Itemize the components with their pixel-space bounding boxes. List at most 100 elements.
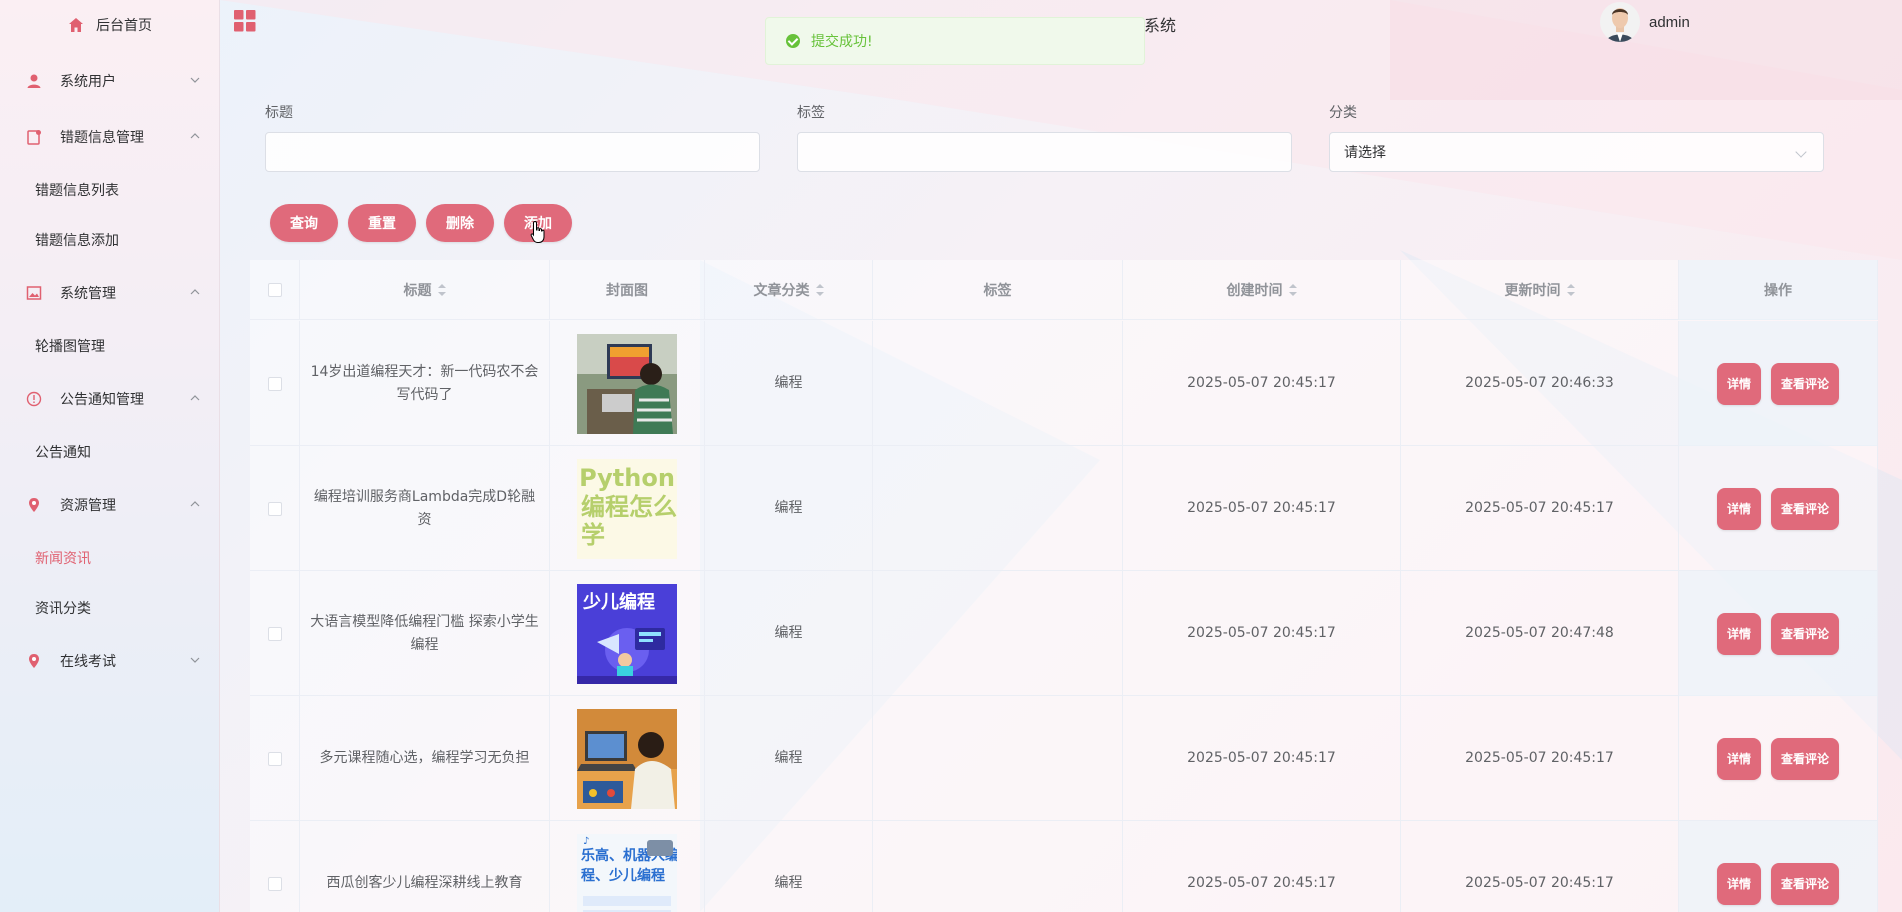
view-comments-button[interactable]: 查看评论: [1771, 362, 1839, 405]
sidebar-subitem-news[interactable]: 新闻资讯: [0, 536, 220, 580]
chevron-up-icon: [190, 289, 200, 295]
sidebar-item-online-exam[interactable]: 在线考试: [0, 639, 220, 683]
detail-button[interactable]: 详情: [1717, 862, 1761, 905]
sidebar: 后台首页 系统用户 错题信息管理 错题信息列表 错题信息添加 系统管理 轮播图管…: [0, 0, 220, 912]
view-comments-button[interactable]: 查看评论: [1771, 737, 1839, 780]
detail-button[interactable]: 详情: [1717, 737, 1761, 780]
row-checkbox[interactable]: [267, 876, 282, 891]
column-header-label: 标题: [403, 283, 432, 299]
cover-text: Python: [579, 464, 675, 492]
table-row: 大语言模型降低编程门槛 探索小学生编程 少儿编程 编程 2025-05-07 2…: [250, 571, 1878, 696]
table-row: 编程培训服务商Lambda完成D轮融资 Python 编程怎么 学 编程 202…: [250, 446, 1878, 571]
actions-cell: 详情 查看评论: [1679, 696, 1878, 821]
title-filter-input[interactable]: [265, 132, 760, 172]
updated-time-cell: 2025-05-07 20:45:17: [1401, 446, 1679, 571]
sort-icon[interactable]: [1566, 284, 1575, 296]
sort-icon[interactable]: [815, 284, 824, 296]
column-header-label: 文章分类: [753, 283, 810, 299]
row-select-cell: [250, 696, 300, 821]
actions-cell: 详情 查看评论: [1679, 571, 1878, 696]
info-icon: [26, 391, 42, 407]
sidebar-subitem-label: 公告通知: [35, 445, 91, 461]
column-header-cover: 封面图: [550, 260, 705, 320]
tag-filter-input[interactable]: [797, 132, 1292, 172]
hand-cursor-icon: [530, 220, 545, 243]
view-comments-button[interactable]: 查看评论: [1771, 487, 1839, 530]
sidebar-subitem-label: 错题信息添加: [35, 233, 119, 249]
row-select-cell: [250, 571, 300, 696]
sidebar-item-label: 系统用户: [60, 74, 116, 90]
grid-menu-icon[interactable]: [234, 10, 256, 32]
column-header-updated[interactable]: 更新时间: [1401, 260, 1679, 320]
cover-image[interactable]: 乐高、机器人编 程、少儿编程 ♪: [577, 833, 677, 912]
title-cell: 大语言模型降低编程门槛 探索小学生编程: [300, 571, 550, 696]
column-header-label: 创建时间: [1226, 283, 1283, 299]
sidebar-item-system-management[interactable]: 系统管理: [0, 271, 220, 315]
column-header-created[interactable]: 创建时间: [1123, 260, 1401, 320]
sort-icon[interactable]: [437, 284, 446, 296]
row-checkbox[interactable]: [267, 376, 282, 391]
detail-button[interactable]: 详情: [1717, 612, 1761, 655]
success-icon: [786, 34, 800, 48]
category-cell: 编程: [705, 321, 873, 446]
sidebar-subitem-wrong-list[interactable]: 错题信息列表: [0, 168, 220, 212]
detail-button[interactable]: 详情: [1717, 362, 1761, 405]
category-select[interactable]: 请选择: [1329, 132, 1824, 172]
column-header-label: 封面图: [606, 283, 648, 299]
row-checkbox[interactable]: [267, 626, 282, 641]
updated-time-cell: 2025-05-07 20:45:17: [1401, 821, 1679, 912]
column-header-actions: 操作: [1679, 260, 1878, 320]
column-header-title[interactable]: 标题: [300, 260, 550, 320]
title-cell: 多元课程随心选，编程学习无负担: [300, 696, 550, 821]
created-time-cell: 2025-05-07 20:45:17: [1123, 571, 1401, 696]
column-header-label: 操作: [1764, 283, 1792, 299]
tag-cell: [873, 821, 1123, 912]
sidebar-item-announcements[interactable]: 公告通知管理: [0, 377, 220, 421]
row-checkbox[interactable]: [267, 501, 282, 516]
sort-icon[interactable]: [1288, 284, 1297, 296]
tag-cell: [873, 446, 1123, 571]
cover-image[interactable]: [577, 333, 677, 434]
row-checkbox[interactable]: [267, 751, 282, 766]
sidebar-item-label: 公告通知管理: [60, 392, 144, 408]
news-table: 标题 封面图 文章分类 标签 创建时间 更新时间 操作 14岁出道编程天才：新一…: [250, 260, 1878, 912]
avatar[interactable]: [1600, 2, 1640, 42]
query-button[interactable]: 查询: [270, 204, 338, 242]
delete-button[interactable]: 删除: [426, 204, 494, 242]
user-menu[interactable]: admin: [1600, 0, 1690, 44]
sidebar-item-wrong-questions[interactable]: 错题信息管理: [0, 115, 220, 159]
table-row: 西瓜创客少儿编程深耕线上教育 乐高、机器人编 程、少儿编程 ♪ 编程 2025-…: [250, 821, 1878, 912]
cover-image[interactable]: Python 编程怎么 学: [577, 458, 677, 559]
sidebar-item-resources[interactable]: 资源管理: [0, 483, 220, 527]
cover-image[interactable]: 少儿编程: [577, 583, 677, 684]
created-time-cell: 2025-05-07 20:45:17: [1123, 696, 1401, 821]
detail-button[interactable]: 详情: [1717, 487, 1761, 530]
category-cell: 编程: [705, 821, 873, 912]
sidebar-subitem-label: 错题信息列表: [35, 183, 119, 199]
tag-cell: [873, 321, 1123, 446]
view-comments-button[interactable]: 查看评论: [1771, 862, 1839, 905]
select-all-checkbox[interactable]: [267, 283, 282, 297]
column-header-label: 更新时间: [1504, 283, 1561, 299]
chevron-down-icon: [190, 657, 200, 663]
sidebar-subitem-wrong-add[interactable]: 错题信息添加: [0, 218, 220, 262]
sidebar-subitem-announcement[interactable]: 公告通知: [0, 430, 220, 474]
location-icon: [29, 498, 39, 512]
chevron-up-icon: [190, 133, 200, 139]
reset-button[interactable]: 重置: [348, 204, 416, 242]
sidebar-item-home[interactable]: 后台首页: [0, 3, 220, 47]
tag-cell: [873, 696, 1123, 821]
sidebar-item-system-users[interactable]: 系统用户: [0, 59, 220, 103]
cover-cell: 乐高、机器人编 程、少儿编程 ♪: [550, 821, 705, 912]
cover-text: 少儿编程: [582, 591, 655, 613]
sidebar-subitem-label: 资讯分类: [35, 601, 91, 617]
column-header-category[interactable]: 文章分类: [705, 260, 873, 320]
sidebar-subitem-news-category[interactable]: 资讯分类: [0, 586, 220, 630]
row-select-cell: [250, 321, 300, 446]
sidebar-subitem-carousel[interactable]: 轮播图管理: [0, 324, 220, 368]
cover-image[interactable]: [577, 708, 677, 809]
title-cell: 编程培训服务商Lambda完成D轮融资: [300, 446, 550, 571]
view-comments-button[interactable]: 查看评论: [1771, 612, 1839, 655]
sidebar-item-label: 在线考试: [60, 654, 116, 670]
row-select-cell: [250, 821, 300, 912]
